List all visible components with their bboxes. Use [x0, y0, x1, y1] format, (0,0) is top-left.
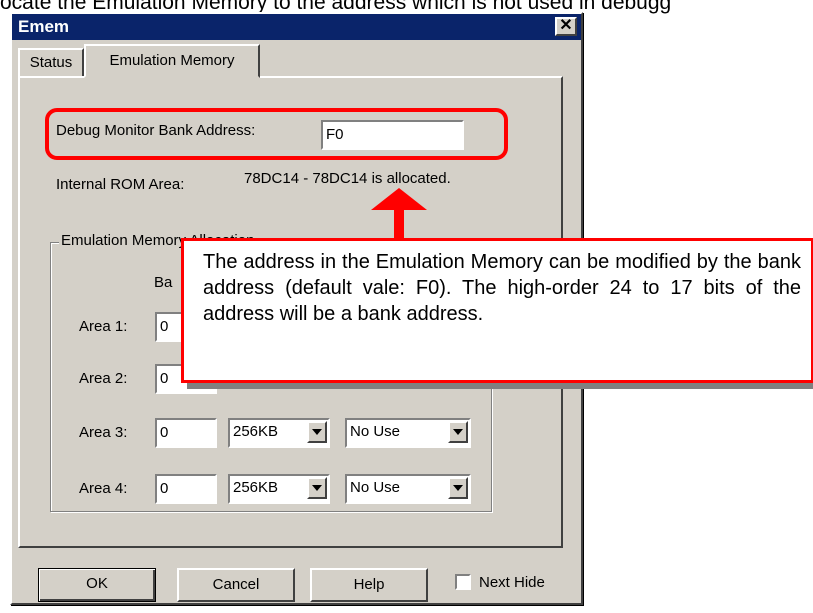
area-3-use-value: No Use — [350, 423, 401, 440]
tab-status[interactable]: Status — [18, 48, 84, 76]
area-1-label: Area 1: — [79, 318, 128, 335]
title-bar: Emem ✕ — [12, 14, 581, 40]
bank-address-highlight — [45, 108, 508, 160]
area-3-size-value: 256KB — [233, 423, 279, 440]
base-column-header: Ba — [154, 274, 173, 291]
area-3-label: Area 3: — [79, 424, 128, 441]
arrow-up-icon — [371, 188, 427, 210]
callout-box: The address in the Emulation Memory can … — [181, 238, 813, 383]
area-4-base-input[interactable]: 0 — [155, 474, 217, 504]
chevron-down-icon[interactable] — [307, 421, 327, 443]
area-4-label: Area 4: — [79, 480, 128, 497]
help-button[interactable]: Help — [310, 568, 428, 602]
next-hide-checkbox[interactable] — [455, 574, 471, 590]
internal-rom-value: 78DC14 - 78DC14 is allocated. — [244, 170, 451, 187]
chevron-down-icon[interactable] — [448, 477, 468, 499]
area-3-base-input[interactable]: 0 — [155, 418, 217, 448]
area-3-size-select[interactable]: 256KB — [228, 418, 330, 448]
cancel-button[interactable]: Cancel — [177, 568, 295, 602]
area-4-use-select[interactable]: No Use — [345, 474, 471, 504]
close-icon: ✕ — [559, 17, 573, 34]
chevron-down-icon[interactable] — [448, 421, 468, 443]
area-4-size-value: 256KB — [233, 479, 279, 496]
area-4-use-value: No Use — [350, 479, 401, 496]
area-2-label: Area 2: — [79, 370, 128, 387]
window-title: Emem — [18, 17, 70, 36]
area-3-use-select[interactable]: No Use — [345, 418, 471, 448]
internal-rom-label: Internal ROM Area: — [56, 176, 185, 193]
close-button[interactable]: ✕ — [555, 17, 577, 36]
area-4-size-select[interactable]: 256KB — [228, 474, 330, 504]
callout-text: The address in the Emulation Memory can … — [203, 251, 801, 325]
ok-button[interactable]: OK — [38, 568, 156, 602]
arrow-shaft — [394, 208, 404, 242]
chevron-down-icon[interactable] — [307, 477, 327, 499]
next-hide-label: Next Hide — [479, 574, 545, 591]
tab-emulation-memory[interactable]: Emulation Memory — [84, 44, 260, 78]
